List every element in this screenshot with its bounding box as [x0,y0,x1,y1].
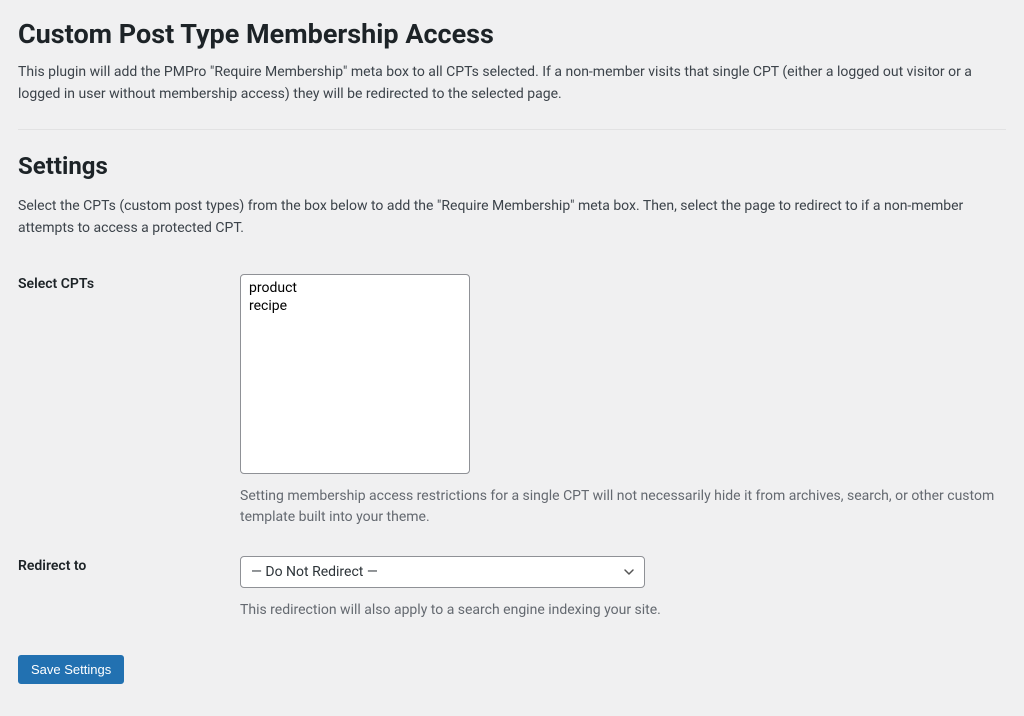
redirect-to-select[interactable]: — Do Not Redirect — [240,556,645,588]
select-cpts-label: Select CPTs [18,264,240,546]
page-title: Custom Post Type Membership Access [18,18,1006,50]
cpt-option[interactable]: recipe [247,297,463,315]
redirect-to-description: This redirection will also apply to a se… [240,600,1000,621]
cpt-option[interactable]: product [247,279,463,297]
page-intro: This plugin will add the PMPro "Require … [18,62,1006,105]
select-cpts-description: Setting membership access restrictions f… [240,486,1000,528]
divider [18,129,1006,130]
settings-intro: Select the CPTs (custom post types) from… [18,196,1006,239]
settings-form-table: Select CPTs product recipe Setting membe… [18,264,1006,639]
select-cpts-input[interactable]: product recipe [240,274,470,474]
settings-title: Settings [18,152,1006,180]
save-settings-button[interactable]: Save Settings [18,655,124,684]
redirect-to-label: Redirect to [18,546,240,639]
